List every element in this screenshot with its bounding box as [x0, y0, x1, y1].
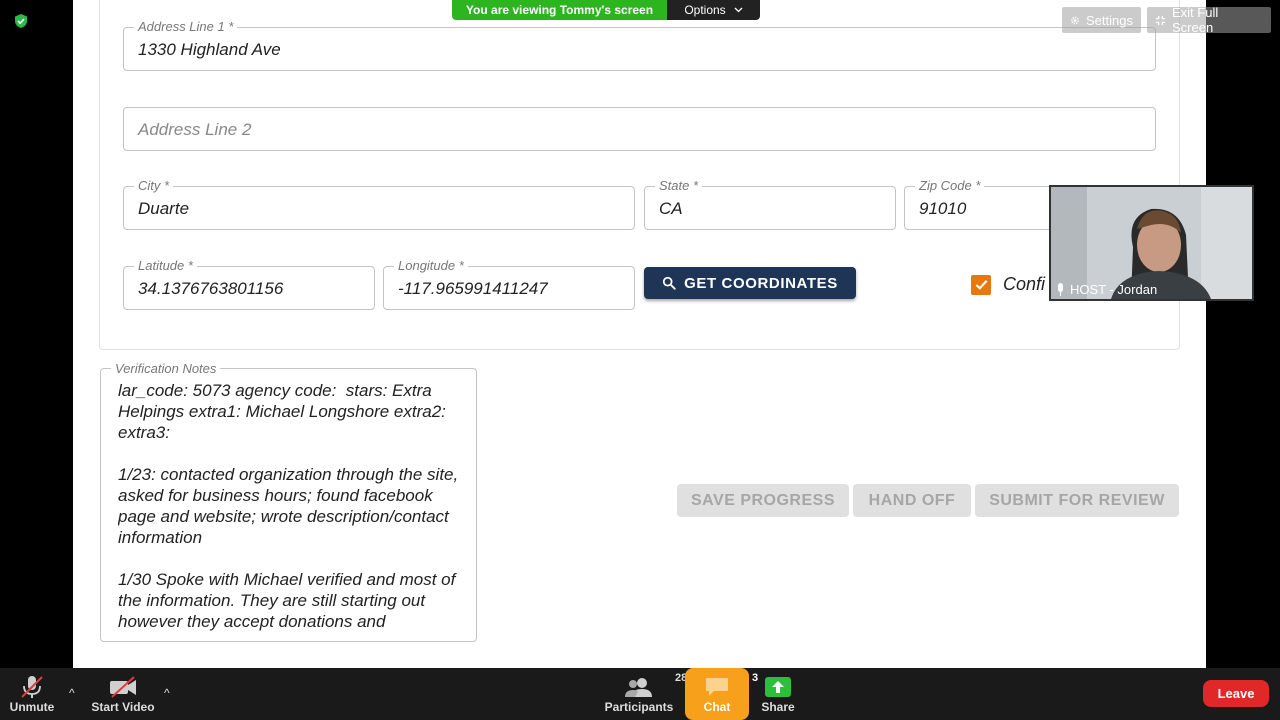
latitude-value: 34.1376763801156	[138, 279, 284, 298]
hand-off-label: HAND OFF	[868, 491, 956, 509]
address-line-2-placeholder: Address Line 2	[138, 120, 252, 139]
viewing-banner-text: You are viewing Tommy's screen	[452, 0, 667, 20]
longitude-field[interactable]: Longitude * -117.965991411247	[383, 258, 635, 310]
verification-notes-field[interactable]: Verification Notes lar_code: 5073 agency…	[100, 361, 477, 642]
exit-full-screen-label: Exit Full Screen	[1172, 5, 1219, 35]
latitude-label: Latitude *	[134, 258, 197, 274]
share-button[interactable]: Share	[758, 668, 798, 720]
participants-icon	[625, 678, 652, 697]
leave-button[interactable]: Leave	[1203, 680, 1269, 707]
settings-label: Settings	[1086, 12, 1133, 28]
participant-name-tag: HOST - Jordan	[1057, 282, 1157, 297]
state-label: State *	[655, 178, 703, 194]
save-progress-label: SAVE PROGRESS	[690, 491, 835, 509]
address-line-2-field[interactable]: Address Line 2	[123, 107, 1156, 151]
viewing-screen-banner: You are viewing Tommy's screen Options	[452, 0, 760, 20]
longitude-value: -117.965991411247	[398, 279, 548, 298]
chat-bubble-icon	[706, 678, 728, 696]
city-value: Duarte	[138, 199, 190, 218]
video-off-icon	[110, 676, 136, 698]
start-video-label: Start Video	[91, 700, 155, 714]
latitude-field[interactable]: Latitude * 34.1376763801156	[123, 258, 375, 310]
options-label: Options	[684, 3, 726, 17]
verification-notes-label: Verification Notes	[111, 361, 221, 376]
address-line-1-field[interactable]: Address Line 1 * 1330 Highland Ave	[123, 19, 1156, 71]
state-value: CA	[659, 199, 683, 218]
confirm-checkbox[interactable]	[971, 274, 991, 295]
options-button[interactable]: Options	[667, 0, 760, 20]
microphone-icon	[1058, 283, 1063, 296]
chat-label: Chat	[703, 700, 731, 714]
address-line-1-value: 1330 Highland Ave	[138, 40, 281, 59]
participant-name: HOST - Jordan	[1070, 282, 1158, 297]
video-options-caret-icon[interactable]: ^	[164, 686, 170, 700]
meeting-toolbar: Unmute ^ Start Video ^ 28 Participants 3…	[0, 668, 1280, 720]
get-coordinates-button[interactable]: GET COORDINATES	[644, 267, 856, 299]
unmute-label: Unmute	[9, 700, 55, 714]
zip-code-value: 91010	[919, 199, 967, 218]
get-coordinates-label: GET COORDINATES	[684, 274, 838, 292]
confirm-label: Confi	[1003, 274, 1046, 294]
leave-label: Leave	[1217, 686, 1255, 701]
participants-button[interactable]: 28 Participants	[604, 668, 688, 720]
share-label: Share	[761, 700, 795, 714]
hand-off-button[interactable]: HAND OFF	[853, 484, 971, 517]
verification-notes-text: lar_code: 5073 agency code: stars: Extra…	[118, 381, 459, 631]
state-field[interactable]: State * CA	[644, 178, 896, 230]
exit-full-screen-button[interactable]: Exit Full Screen	[1147, 5, 1271, 35]
longitude-label: Longitude *	[394, 258, 468, 274]
chevron-down-icon	[734, 7, 743, 13]
start-video-button[interactable]: Start Video	[90, 668, 156, 720]
city-label: City *	[134, 178, 174, 194]
zoom-window: Address Line 1 * 1330 Highland Ave Addre…	[0, 0, 1280, 720]
participants-label: Participants	[604, 700, 674, 714]
chat-button[interactable]: 3 Chat	[685, 668, 758, 720]
confirm-checkbox-row[interactable]: Confi	[971, 274, 1045, 295]
search-icon	[663, 276, 676, 290]
exit-fullscreen-icon	[1155, 15, 1166, 25]
unmute-button[interactable]: Unmute	[6, 668, 58, 720]
shared-screen: Address Line 1 * 1330 Highland Ave Addre…	[73, 0, 1206, 668]
gear-icon	[1071, 16, 1079, 24]
participant-video-tile[interactable]: HOST - Jordan	[1049, 185, 1254, 301]
submit-for-review-button[interactable]: SUBMIT FOR REVIEW	[975, 484, 1179, 517]
address-line-1-label: Address Line 1 *	[134, 19, 238, 35]
share-screen-icon	[765, 677, 791, 697]
save-progress-button[interactable]: SAVE PROGRESS	[677, 484, 849, 517]
muted-microphone-icon	[21, 676, 43, 698]
audio-options-caret-icon[interactable]: ^	[69, 686, 75, 700]
submit-for-review-label: SUBMIT FOR REVIEW	[989, 491, 1165, 509]
checkmark-icon	[975, 280, 987, 290]
settings-button[interactable]: Settings	[1062, 7, 1141, 33]
zip-code-label: Zip Code *	[915, 178, 985, 194]
city-field[interactable]: City * Duarte	[123, 178, 635, 230]
shield-icon[interactable]	[13, 13, 29, 29]
